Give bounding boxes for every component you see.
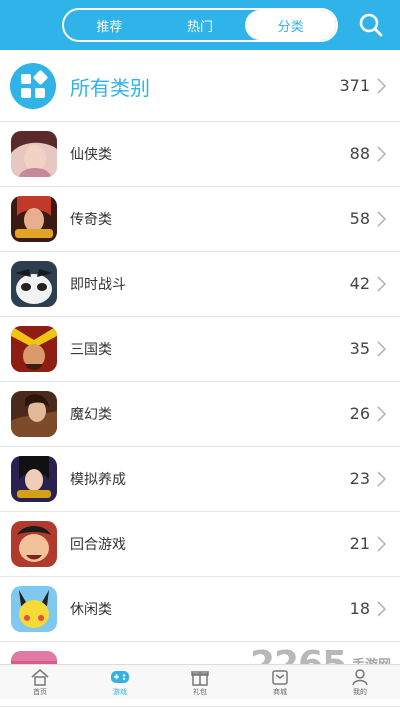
category-count: 18 [349,599,370,618]
nav-label: 商城 [273,688,287,696]
tab-popular[interactable]: 热门 [155,10,246,40]
category-row[interactable]: 回合游戏 21 [0,512,400,577]
chevron-right-icon [377,406,387,422]
category-name: 仙侠类 [70,147,112,163]
game-thumbnail [11,586,57,632]
nav-gifts[interactable]: 礼包 [160,665,240,699]
game-thumbnail [11,391,57,437]
chevron-right-icon [377,471,387,487]
category-name: 模拟养成 [70,472,126,488]
category-row[interactable]: 三国类 35 [0,317,400,382]
game-thumbnail [11,521,57,567]
category-count: 21 [349,534,370,553]
nav-label: 礼包 [193,688,207,696]
category-name: 休闲类 [70,602,112,618]
nav-label: 首页 [33,688,47,696]
category-row[interactable]: 即时战斗 42 [0,252,400,317]
nav-label: 我的 [353,688,367,696]
gift-icon [191,671,209,686]
nav-games[interactable]: 游戏 [80,665,160,699]
category-row[interactable]: 休闲类 18 [0,577,400,642]
game-thumbnail [11,131,57,177]
all-categories-label: 所有类别 [70,76,150,100]
user-icon [352,669,368,686]
category-name: 传奇类 [70,212,112,228]
category-name: 即时战斗 [70,277,126,293]
chevron-right-icon [377,78,387,94]
game-thumbnail [11,196,57,242]
tab-category[interactable]: 分类 [245,10,336,40]
home-icon [31,669,49,686]
tab-switcher: 推荐 热门 分类 [62,8,338,42]
chevron-right-icon [377,536,387,552]
chevron-right-icon [377,341,387,357]
category-name: 回合游戏 [70,537,126,553]
category-list: 仙侠类 88 传奇类 58 即时战斗 42 三国类 35 魔幻类 26 模拟养成… [0,122,400,707]
nav-me[interactable]: 我的 [320,665,400,699]
nav-label: 游戏 [113,688,127,696]
game-thumbnail [11,261,57,307]
category-row[interactable]: 传奇类 58 [0,187,400,252]
category-row[interactable]: 魔幻类 26 [0,382,400,447]
nav-shop[interactable]: 商城 [240,665,320,699]
all-categories-count: 371 [339,76,370,95]
category-count: 88 [349,144,370,163]
category-name: 三国类 [70,342,112,358]
chevron-right-icon [377,276,387,292]
bottom-nav: 首页 游戏 礼包 商城 我的 [0,664,400,699]
category-count: 58 [349,209,370,228]
chevron-right-icon [377,601,387,617]
category-row[interactable]: 仙侠类 88 [0,122,400,187]
search-icon[interactable] [358,12,384,38]
gamepad-icon [111,671,129,683]
category-count: 26 [349,404,370,423]
chevron-right-icon [377,146,387,162]
category-count: 42 [349,274,370,293]
category-name: 魔幻类 [70,407,112,423]
category-count: 35 [349,339,370,358]
nav-home[interactable]: 首页 [0,665,80,699]
category-row[interactable]: 模拟养成 23 [0,447,400,512]
tab-recommend[interactable]: 推荐 [64,10,155,40]
category-grid-icon [10,63,56,109]
shop-icon [272,670,288,685]
top-bar: 推荐 热门 分类 [0,0,400,50]
game-thumbnail [11,456,57,502]
chevron-right-icon [377,211,387,227]
all-categories-row[interactable]: 所有类别 371 [0,50,400,122]
game-thumbnail [11,326,57,372]
category-count: 23 [349,469,370,488]
